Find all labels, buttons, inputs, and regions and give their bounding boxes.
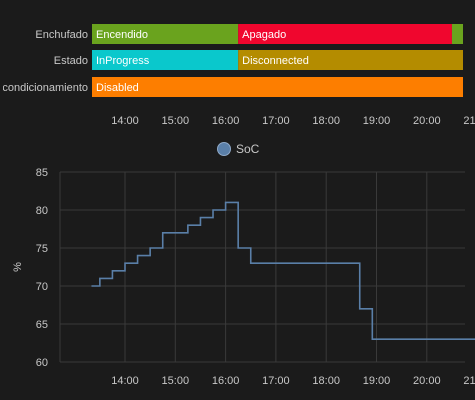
timeline-x-tick: 15:00: [162, 115, 190, 127]
dashboard: Enchufado Encendido Apagado Estado InProgres…: [0, 0, 475, 400]
timeline-segment-label: Apagado: [242, 29, 286, 41]
legend-label-soc[interactable]: SoC: [236, 142, 260, 156]
timeline-x-tick: 17:00: [262, 115, 290, 127]
timeline-segment: [451, 24, 463, 44]
timeline-segment-label: Disconnected: [242, 55, 309, 67]
timeline-x-tick: 20:00: [413, 115, 441, 127]
timeline-x-tick: 16:00: [212, 115, 240, 127]
timeline-segment-label: InProgress: [96, 55, 150, 67]
timeline-segment: [92, 77, 463, 97]
x-tick-label: 19:00: [363, 375, 391, 387]
charts-svg: Enchufado Encendido Apagado Estado InProgres…: [0, 0, 475, 387]
x-tick-label: 14:00: [111, 375, 139, 387]
legend-swatch[interactable]: [217, 142, 231, 156]
timeline-x-tick: 18:00: [312, 115, 340, 127]
y-tick-label: 85: [36, 167, 48, 179]
y-tick-label: 70: [36, 281, 48, 293]
y-axis-label: %: [12, 262, 24, 272]
crop-edge: [0, 0, 3, 110]
timeline-x-tick: 14:00: [111, 115, 139, 127]
y-tick-label: 60: [36, 357, 48, 369]
x-tick-label: 16:00: [212, 375, 240, 387]
x-tick-label: 15:00: [162, 375, 190, 387]
timeline-x-tick: 19:00: [363, 115, 391, 127]
timeline-segment-label: Disabled: [96, 82, 139, 94]
timeline-x-tick: 21:00: [463, 115, 475, 127]
y-tick-label: 65: [36, 319, 48, 331]
timeline-segment-label: Encendido: [96, 29, 148, 41]
y-tick-label: 80: [36, 205, 48, 217]
timeline-row-label: Enchufado: [35, 29, 88, 41]
soc-line: [91, 201, 475, 340]
x-tick-label: 21:00: [463, 375, 475, 387]
x-tick-label: 17:00: [262, 375, 290, 387]
timeline-row-label: Acondicionamiento: [0, 82, 88, 94]
y-tick-label: 75: [36, 243, 48, 255]
timeline-row-label: Estado: [54, 55, 88, 67]
x-tick-label: 20:00: [413, 375, 441, 387]
x-tick-label: 18:00: [312, 375, 340, 387]
